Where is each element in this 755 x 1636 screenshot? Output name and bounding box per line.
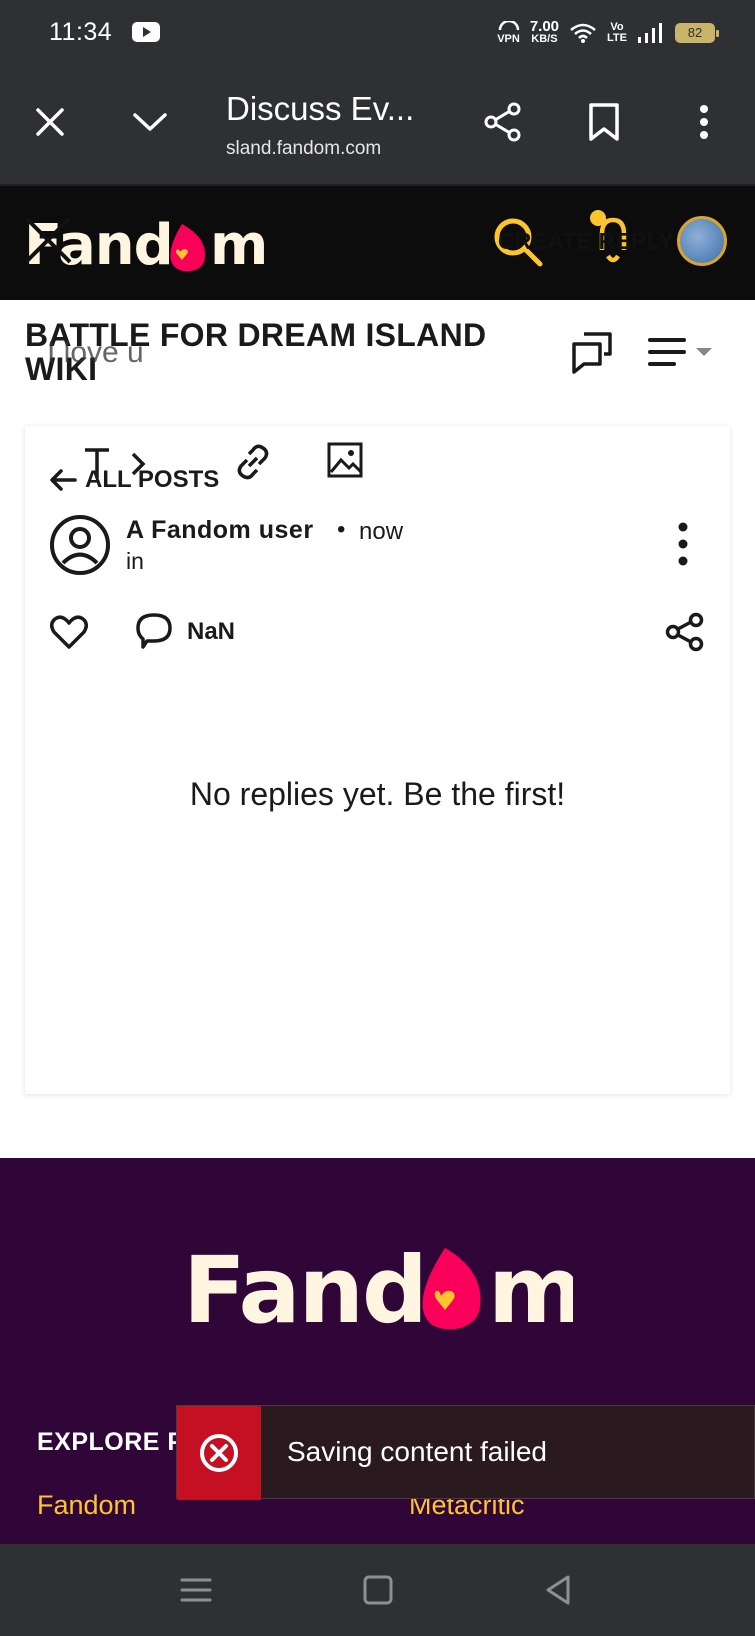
toast-icon-box	[177, 1406, 261, 1500]
fandom-header: Fand m CREATE REPLY	[0, 186, 755, 300]
svg-text:m: m	[488, 1237, 573, 1340]
post-card: ALL POSTS A Fandom user • now in NaN No …	[25, 426, 730, 1094]
post-location: in	[126, 548, 144, 574]
link-icon[interactable]	[233, 442, 273, 482]
recent-apps-icon[interactable]	[178, 1572, 214, 1608]
wifi-icon	[570, 23, 596, 43]
home-icon[interactable]	[360, 1572, 396, 1608]
network-speed: 7.00 KB/S	[529, 18, 560, 45]
reply-draft-text[interactable]: I love u	[47, 336, 144, 370]
user-avatar-icon[interactable]	[49, 514, 111, 576]
error-circle-icon	[200, 1434, 238, 1472]
battery-indicator: 82	[675, 23, 719, 43]
image-icon[interactable]	[327, 442, 363, 478]
arrow-left-icon	[50, 469, 77, 491]
post-time: now	[359, 518, 404, 545]
comment-icon[interactable]	[135, 612, 173, 650]
heart-icon[interactable]	[49, 612, 89, 652]
volte-indicator: Vo LTE	[607, 21, 627, 44]
vpn-indicator: VPN	[497, 19, 520, 45]
footer-fandom-logo[interactable]: Fand m	[183, 1230, 584, 1360]
back-icon[interactable]	[540, 1572, 576, 1608]
status-icons: VPN 7.00 KB/S Vo LTE 82	[497, 18, 719, 48]
signal-icon	[638, 23, 662, 43]
user-avatar[interactable]	[677, 216, 727, 266]
status-time: 11:34	[49, 18, 113, 46]
comment-count: NaN	[187, 618, 236, 645]
empty-replies-message: No replies yet. Be the first!	[189, 776, 566, 812]
separator-dot: •	[337, 516, 346, 543]
page-url[interactable]: sland.fandom.com	[226, 138, 381, 160]
post-options-icon[interactable]	[673, 522, 693, 566]
browser-menu-button[interactable]	[676, 94, 732, 150]
toast-message: Saving content failed	[287, 1436, 547, 1467]
footer-link-fandom[interactable]: Fandom	[37, 1490, 136, 1521]
back-to-all-posts[interactable]: ALL POSTS	[49, 466, 219, 494]
all-posts-label: ALL POSTS	[85, 466, 220, 493]
browser-toolbar: Discuss Ev... sland.fandom.com	[0, 64, 755, 186]
more-vertical-icon	[700, 105, 708, 139]
chevron-down-icon	[133, 113, 167, 131]
sort-menu-icon[interactable]	[648, 334, 718, 374]
bookmark-icon	[589, 103, 619, 141]
system-nav-bar	[0, 1544, 755, 1636]
expand-button[interactable]	[122, 94, 178, 150]
footer-logo-mark: Fand m	[183, 1237, 584, 1344]
create-reply-button[interactable]: CREATE REPLY	[498, 228, 674, 255]
explore-heading: EXPLORE P	[37, 1428, 185, 1456]
share-icon	[484, 102, 521, 142]
discussions-icon[interactable]	[570, 330, 614, 374]
close-editor-icon[interactable]	[22, 214, 74, 266]
youtube-icon	[132, 22, 160, 42]
svg-text:m: m	[210, 213, 267, 276]
post-author[interactable]: A Fandom user	[126, 516, 314, 545]
close-tab-button[interactable]	[22, 94, 78, 150]
status-bar: 11:34 VPN 7.00 KB/S Vo LTE 82	[0, 0, 755, 64]
share-post-icon[interactable]	[665, 612, 705, 652]
svg-text:Fand: Fand	[183, 1237, 426, 1340]
close-icon	[36, 108, 64, 136]
bookmark-button[interactable]	[576, 94, 632, 150]
vpn-icon	[498, 19, 519, 31]
page-title: Discuss Ev...	[226, 90, 415, 127]
share-button[interactable]	[475, 94, 531, 150]
error-toast[interactable]: Saving content failed	[176, 1405, 755, 1500]
